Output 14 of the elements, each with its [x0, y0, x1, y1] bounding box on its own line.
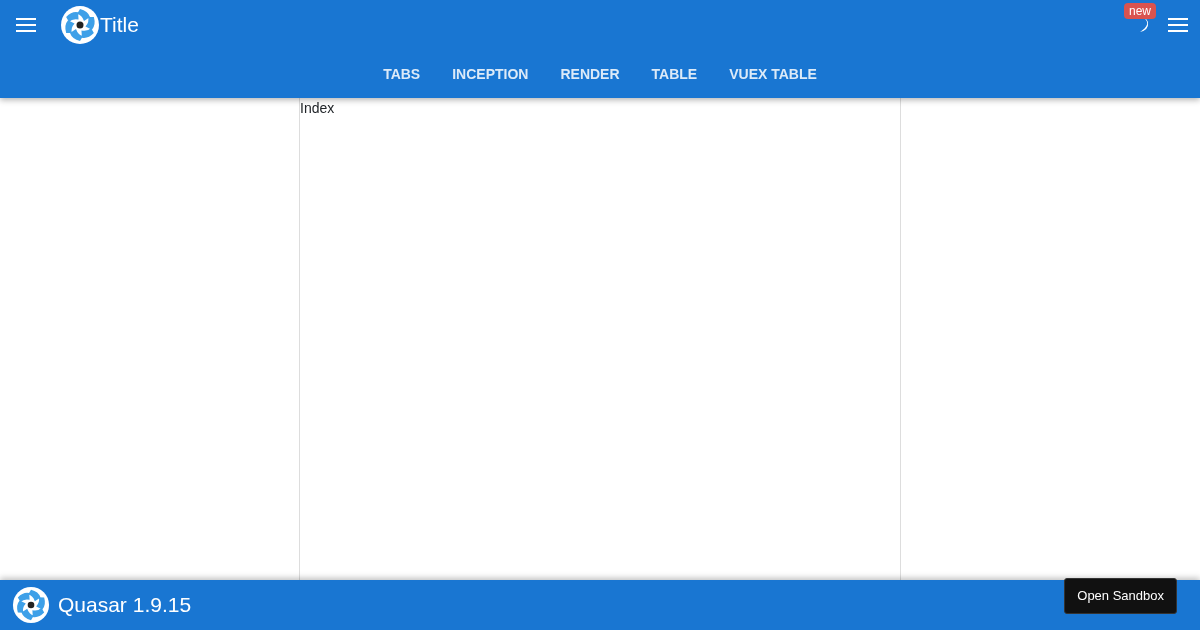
- new-badge: new: [1124, 3, 1156, 19]
- nav-tab[interactable]: INCEPTION: [436, 50, 545, 98]
- nav-tab[interactable]: VUEX TABLE: [713, 50, 833, 98]
- logo-icon: [60, 5, 100, 45]
- page-text: Index: [300, 100, 335, 116]
- footer-title: Quasar 1.9.15: [58, 592, 192, 619]
- nav-tab[interactable]: TABS: [367, 50, 437, 98]
- nav-tab[interactable]: TABLE: [635, 50, 714, 98]
- open-sandbox-button[interactable]: Open Sandbox: [1064, 578, 1177, 614]
- menu-button[interactable]: [16, 18, 36, 32]
- app-title: Title: [100, 12, 139, 39]
- logo-icon: [12, 586, 50, 624]
- menu-button[interactable]: [1168, 18, 1188, 32]
- nav-tab[interactable]: RENDER: [544, 50, 636, 98]
